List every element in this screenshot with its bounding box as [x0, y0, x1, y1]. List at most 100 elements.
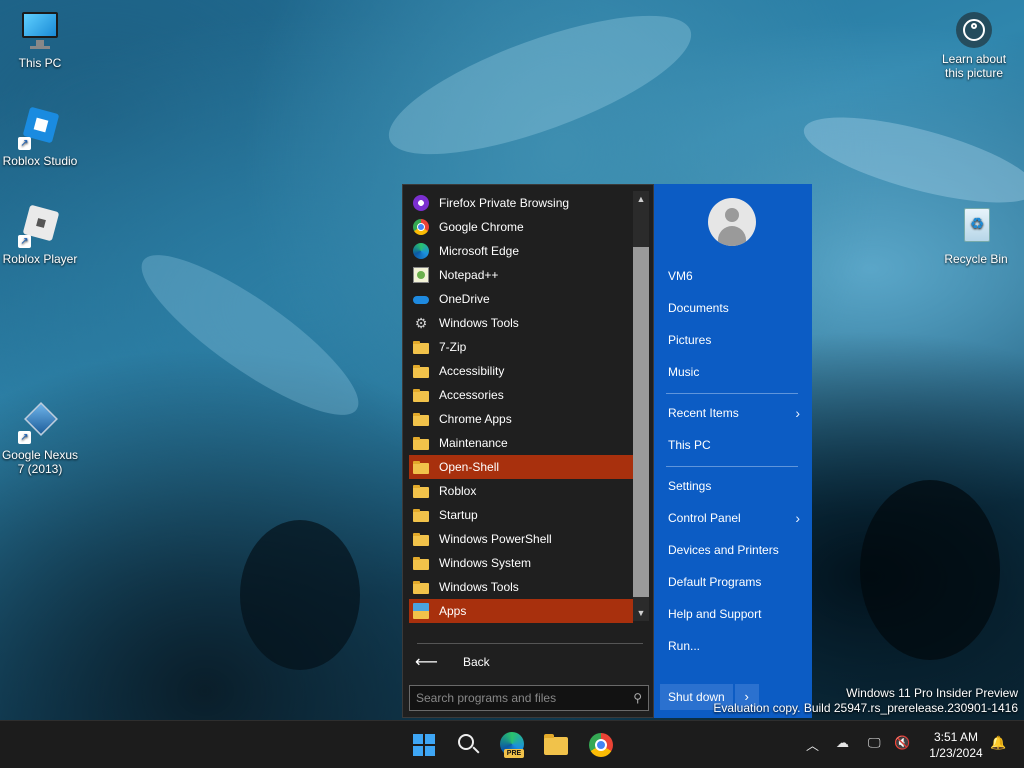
start-menu-places-pane: VM6 Documents Pictures Music Recent Item… [654, 184, 812, 718]
apps-icon [413, 603, 429, 619]
program-label: Apps [439, 604, 467, 618]
volume-muted-icon[interactable]: 🔇 [894, 735, 910, 751]
right-item-help-support[interactable]: Help and Support [668, 603, 800, 625]
notepadpp-icon [413, 267, 429, 283]
notifications-icon[interactable]: 🔔 [990, 735, 1006, 751]
shortcut-arrow-icon: ↗ [18, 431, 31, 444]
program-apps-item[interactable]: Apps [409, 599, 633, 623]
right-item-this-pc[interactable]: This PC [668, 434, 800, 456]
search-icon: ⚲ [633, 691, 642, 705]
program-label: Notepad++ [439, 268, 499, 282]
desktop-icon-roblox-studio[interactable]: ↗ Roblox Studio [0, 106, 80, 168]
clock-date: 1/23/2024 [929, 746, 983, 760]
chevron-right-icon: › [795, 405, 800, 421]
right-item-user[interactable]: VM6 [668, 265, 800, 287]
user-avatar[interactable] [708, 198, 756, 246]
right-item-devices-printers[interactable]: Devices and Printers [668, 539, 800, 561]
program-label: Windows System [439, 556, 532, 570]
search-input[interactable] [416, 691, 634, 705]
firefox-private-icon [413, 195, 429, 211]
scrollbar-thumb[interactable] [633, 247, 649, 597]
right-item-default-programs[interactable]: Default Programs [668, 571, 800, 593]
right-item-settings[interactable]: Settings [668, 475, 800, 497]
windows-logo-icon [413, 734, 435, 756]
program-label: Accessories [439, 388, 504, 402]
desktop-icon-google-nexus[interactable]: ↗ Google Nexus 7 (2013) [0, 400, 80, 476]
build-watermark: Windows 11 Pro Insider Preview Evaluatio… [713, 686, 1018, 715]
program-folder-item-selected[interactable]: Open-Shell [409, 455, 633, 479]
right-item-documents[interactable]: Documents [668, 297, 800, 319]
folder-icon [413, 341, 429, 354]
desktop-icon-label: Roblox Studio [2, 154, 78, 168]
shortcut-arrow-icon: ↗ [18, 137, 31, 150]
camera-info-icon [956, 12, 992, 48]
clock[interactable]: 3:51 AM 1/23/2024 [918, 729, 994, 761]
scroll-up-icon[interactable]: ▲ [633, 191, 649, 207]
edge-icon [413, 243, 429, 259]
program-item[interactable]: Microsoft Edge [409, 239, 633, 263]
folder-icon [413, 389, 429, 402]
search-box[interactable]: ⚲ [409, 685, 649, 711]
recycle-bin-icon: ♻ [954, 204, 998, 248]
program-label: Google Chrome [439, 220, 524, 234]
network-icon[interactable]: 🖵 [868, 735, 881, 751]
program-item[interactable]: OneDrive [409, 287, 633, 311]
divider [666, 393, 798, 394]
right-item-pictures[interactable]: Pictures [668, 329, 800, 351]
user-icon [725, 208, 739, 222]
program-folder-item[interactable]: Windows PowerShell [409, 527, 633, 551]
edge-beta-button[interactable]: PRE [498, 731, 526, 759]
shortcut-arrow-icon: ↗ [18, 235, 31, 248]
onedrive-tray-icon[interactable]: ☁ [836, 735, 849, 751]
program-label: Chrome Apps [439, 412, 512, 426]
program-folder-item[interactable]: Accessibility [409, 359, 633, 383]
program-label: Accessibility [439, 364, 505, 378]
program-folder-item[interactable]: 7-Zip [409, 335, 633, 359]
roblox-studio-icon: ↗ [18, 106, 62, 150]
desktop-icon-label: Recycle Bin [944, 252, 1008, 266]
program-item[interactable]: Google Chrome [409, 215, 633, 239]
folder-icon [544, 737, 568, 755]
scroll-down-icon[interactable]: ▼ [633, 605, 649, 621]
folder-icon [413, 557, 429, 570]
file-explorer-button[interactable] [542, 731, 570, 759]
program-label: Startup [439, 508, 478, 522]
show-hidden-icons-button[interactable]: ︿ [806, 735, 819, 754]
program-item[interactable]: Firefox Private Browsing [409, 191, 633, 215]
desktop-icon-label: This PC [18, 56, 62, 70]
program-label: Windows Tools [439, 316, 519, 330]
learn-about-picture[interactable]: Learn about this picture [934, 12, 1014, 80]
desktop-icon-roblox-player[interactable]: ↗ Roblox Player [0, 204, 80, 266]
program-folder-item[interactable]: Roblox [409, 479, 633, 503]
program-folder-item[interactable]: Windows Tools [409, 575, 633, 599]
program-item[interactable]: Notepad++ [409, 263, 633, 287]
chevron-right-icon: › [795, 510, 800, 526]
right-item-recent-items[interactable]: Recent Items › [668, 402, 800, 424]
desktop-icon-label: Google Nexus 7 (2013) [1, 448, 79, 476]
folder-icon [413, 413, 429, 426]
program-label: Open-Shell [439, 460, 500, 474]
roblox-player-icon: ↗ [18, 204, 62, 248]
program-folder-item[interactable]: Chrome Apps [409, 407, 633, 431]
back-button[interactable]: ⟵ Back [413, 651, 490, 673]
right-item-control-panel[interactable]: Control Panel › [668, 507, 800, 529]
folder-icon [413, 437, 429, 450]
right-item-run[interactable]: Run... [668, 635, 800, 657]
program-label: Firefox Private Browsing [439, 196, 570, 210]
desktop-icon-recycle-bin[interactable]: ♻ Recycle Bin [936, 204, 1016, 266]
search-button[interactable] [454, 731, 482, 759]
desktop-icon-this-pc[interactable]: This PC [0, 8, 80, 70]
program-list-scrollbar[interactable]: ▲ ▼ [633, 191, 649, 621]
right-item-music[interactable]: Music [668, 361, 800, 383]
start-button[interactable] [410, 731, 438, 759]
program-folder-item[interactable]: Startup [409, 503, 633, 527]
chrome-icon [413, 219, 429, 235]
folder-icon [413, 485, 429, 498]
program-label: OneDrive [439, 292, 490, 306]
program-folder-item[interactable]: Accessories [409, 383, 633, 407]
chrome-button[interactable] [587, 731, 615, 759]
program-item[interactable]: ⚙ Windows Tools [409, 311, 633, 335]
program-folder-item[interactable]: Windows System [409, 551, 633, 575]
program-folder-item[interactable]: Maintenance [409, 431, 633, 455]
desktop-icon-label: Roblox Player [2, 252, 78, 266]
